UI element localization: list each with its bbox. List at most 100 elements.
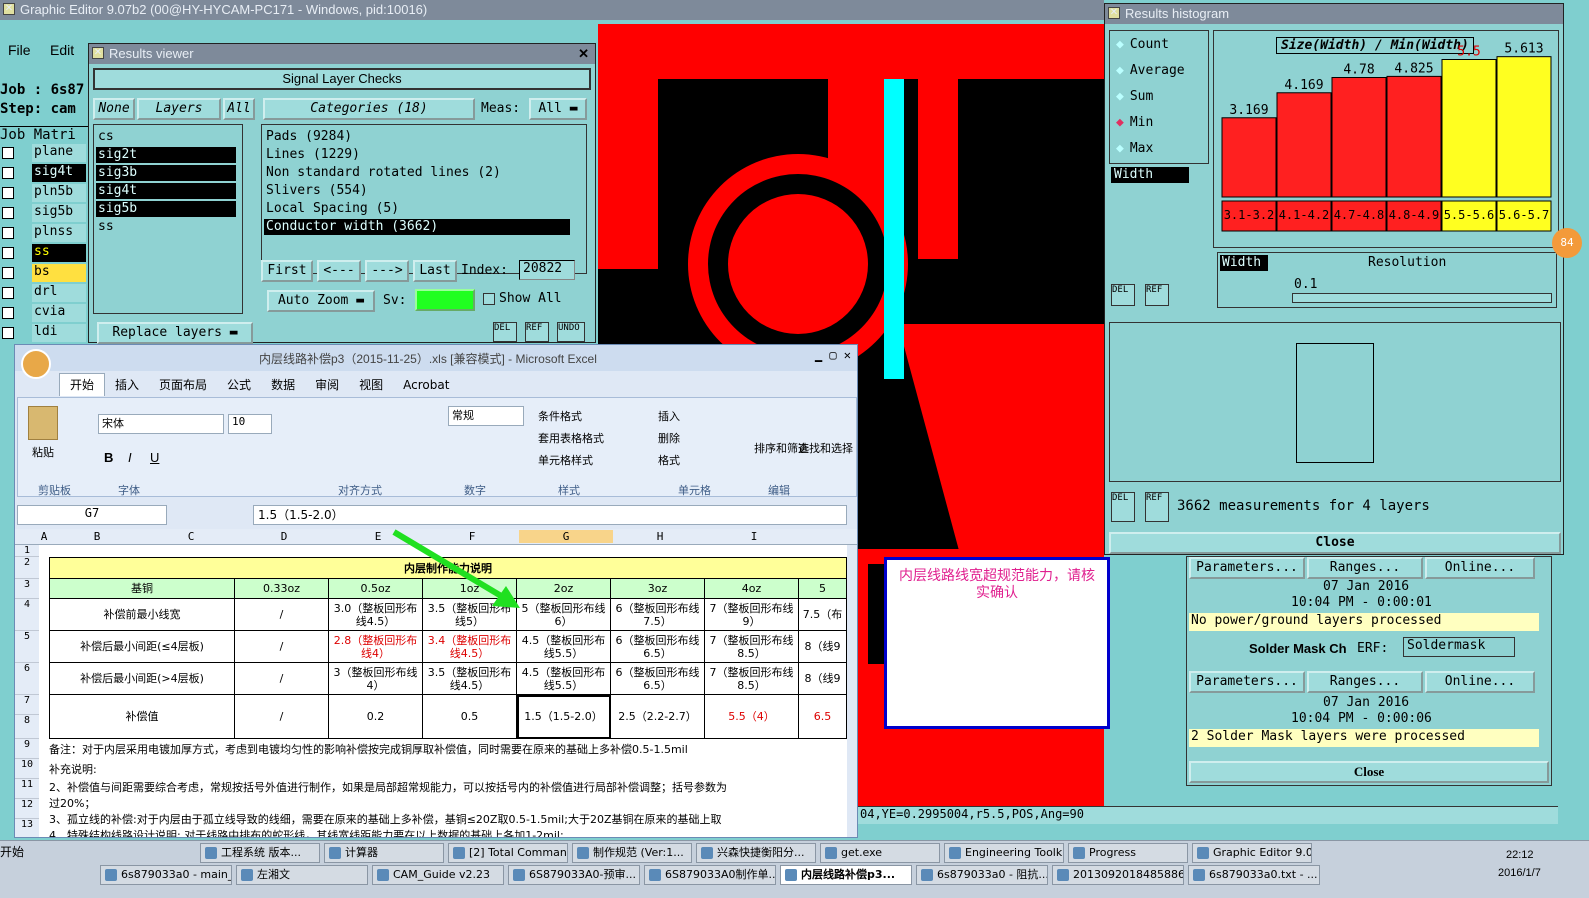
taskbar-button[interactable]: 兴森快捷衡阳分... (696, 843, 816, 863)
taskbar-button[interactable]: Graphic Editor 9.0... (1192, 843, 1312, 863)
table-cell[interactable]: / (235, 599, 329, 631)
table-cell[interactable]: 3.4（整板回形布线4.5） (423, 631, 517, 663)
viewer-layer-item[interactable]: cs (96, 129, 236, 145)
layer-row[interactable]: plnss (0, 224, 86, 242)
viewer-layer-list[interactable]: cs sig2t sig3b sig4t sig5b ss (93, 124, 243, 314)
row-header[interactable]: 13 (15, 819, 39, 837)
stat-option[interactable]: ◆ Min (1116, 115, 1153, 133)
style-item[interactable]: 单元格样式 (538, 450, 604, 472)
parameters-button-2[interactable]: Parameters... (1189, 671, 1305, 693)
ribbon-tab[interactable]: 数据 (261, 374, 305, 396)
table-cell[interactable]: / (235, 631, 329, 663)
category-item[interactable]: Slivers (554) (264, 183, 570, 199)
histogram-bar[interactable] (1496, 56, 1552, 198)
histogram-bar[interactable] (1441, 59, 1497, 198)
resolution-field[interactable]: Width (1220, 255, 1268, 271)
font-size-select[interactable]: 10 (228, 414, 272, 434)
taskbar-button[interactable]: 6s879033a0 - 阻抗... (916, 865, 1048, 885)
histogram-bar[interactable] (1331, 77, 1387, 198)
layer-checkbox[interactable] (2, 207, 14, 219)
table-cell[interactable]: 5.5（4） (705, 695, 799, 739)
first-button[interactable]: First (261, 260, 313, 282)
table-cell[interactable]: 补偿前最小线宽 (49, 599, 235, 631)
layer-checkbox[interactable] (2, 187, 14, 199)
layer-row[interactable]: sig4t (0, 164, 86, 182)
ribbon-tab[interactable]: 公式 (217, 374, 261, 396)
menu-edit[interactable]: Edit (50, 42, 74, 58)
row-header[interactable]: 6 (15, 663, 39, 695)
taskbar-button[interactable]: get.exe (820, 843, 940, 863)
layer-checkbox[interactable] (2, 267, 14, 279)
ribbon-tab[interactable]: 页面布局 (149, 374, 217, 396)
layer-row[interactable]: pln5b (0, 184, 86, 202)
online-button-1[interactable]: Online... (1425, 557, 1535, 579)
show-all-checkbox[interactable] (483, 293, 495, 305)
histogram-bar[interactable] (1386, 75, 1442, 198)
hist-del-button[interactable]: DEL (1111, 284, 1135, 306)
stat-option[interactable]: ◆ Max (1116, 141, 1153, 159)
style-item[interactable]: 条件格式 (538, 406, 604, 428)
row-header[interactable]: 12 (15, 799, 39, 819)
table-cell[interactable]: 2.8（整板回形布线4） (329, 631, 423, 663)
table-cell[interactable]: 0.2 (329, 695, 423, 739)
taskbar-button[interactable]: 制作规范 (Ver:1... (572, 843, 692, 863)
close-icon[interactable]: ✕ (578, 44, 589, 64)
table-cell[interactable]: 补偿值 (49, 695, 235, 739)
viewer-category-list[interactable]: Pads (9284) Lines (1229) Non standard rota… (261, 124, 587, 274)
replace-layers-button[interactable]: Replace layers ▬ (97, 322, 253, 344)
ribbon-tabs[interactable]: 开始 插入 页面布局 公式 数据 审阅 视图 Acrobat (59, 373, 459, 396)
all-button[interactable]: All (223, 98, 255, 120)
table-cell[interactable]: 4.5（整板回形布线5.5） (517, 631, 611, 663)
column-header[interactable]: H (613, 530, 707, 543)
histogram-chart[interactable]: Size(Width) / Min(Width) 3.169 3.1-3.2 4.1… (1213, 30, 1559, 248)
cell-item[interactable]: 插入 (658, 406, 680, 428)
layers-button[interactable]: Layers (137, 98, 221, 120)
layer-row[interactable]: ldi (0, 324, 86, 342)
table-cell[interactable]: 8（线9 (799, 631, 847, 663)
row-header[interactable]: 7 (15, 695, 39, 715)
resolution-slider[interactable] (1292, 293, 1552, 303)
taskbar-button[interactable]: 工程系统 版本... (200, 843, 320, 863)
table-cell[interactable]: 补偿后最小间距(≤4层板) (49, 631, 235, 663)
table-cell[interactable]: 0.33oz (235, 579, 329, 599)
table-cell[interactable]: 8（线9 (799, 663, 847, 695)
table-cell[interactable]: 5 (799, 579, 847, 599)
row-header[interactable]: 10 (15, 759, 39, 779)
category-item[interactable]: Local Spacing (5) (264, 201, 570, 217)
prev-button[interactable]: <--- (317, 260, 361, 282)
table-cell[interactable]: 补偿后最小间距(>4层板) (49, 663, 235, 695)
viewer-layer-item[interactable]: sig5b (96, 201, 236, 217)
notification-badge[interactable]: 84 (1552, 228, 1582, 258)
stat-option[interactable]: ◆ Sum (1116, 89, 1153, 107)
font-select[interactable]: 宋体 (98, 414, 224, 434)
ribbon-tab[interactable]: 审阅 (305, 374, 349, 396)
taskbar-button[interactable]: 6s879033a0.txt - ... (1188, 865, 1320, 885)
style-items[interactable]: 条件格式 套用表格格式 单元格样式 (538, 406, 604, 472)
next-button[interactable]: ---> (365, 260, 409, 282)
ranges-button-1[interactable]: Ranges... (1307, 557, 1423, 579)
table-cell[interactable]: 6（整板回形布线6.5） (611, 663, 705, 695)
layer-row[interactable]: sig5b (0, 204, 86, 222)
column-header[interactable]: D (237, 530, 331, 543)
layer-checkbox[interactable] (2, 227, 14, 239)
table-cell[interactable]: / (235, 695, 329, 739)
paste-label[interactable]: 粘贴 (32, 444, 54, 460)
hist-ref-button[interactable]: REF (1145, 284, 1169, 306)
histogram-close-button[interactable]: Close (1109, 532, 1561, 554)
meas-dropdown[interactable]: All ▬ (529, 98, 587, 120)
column-header[interactable]: I (707, 530, 801, 543)
ranges-button-2[interactable]: Ranges... (1307, 671, 1423, 693)
layer-row[interactable]: bs (0, 264, 86, 282)
category-item[interactable]: Non standard rotated lines (2) (264, 165, 570, 181)
column-header[interactable]: C (145, 530, 237, 543)
category-item[interactable]: Conductor width (3662) (264, 219, 570, 235)
cell-items[interactable]: 插入 删除 格式 (658, 406, 680, 472)
paste-icon[interactable] (28, 406, 58, 440)
ribbon-tab[interactable]: 开始 (59, 373, 106, 396)
taskbar-button[interactable]: 内层线路补偿p3... (780, 865, 912, 885)
radio-icon[interactable]: ◆ (1116, 37, 1124, 52)
viewer-layer-item[interactable]: sig4t (96, 183, 236, 199)
taskbar-button[interactable]: 左湘文 (236, 865, 368, 885)
taskbar-button[interactable]: [2] Total Comman... (448, 843, 568, 863)
layer-checkbox[interactable] (2, 287, 14, 299)
